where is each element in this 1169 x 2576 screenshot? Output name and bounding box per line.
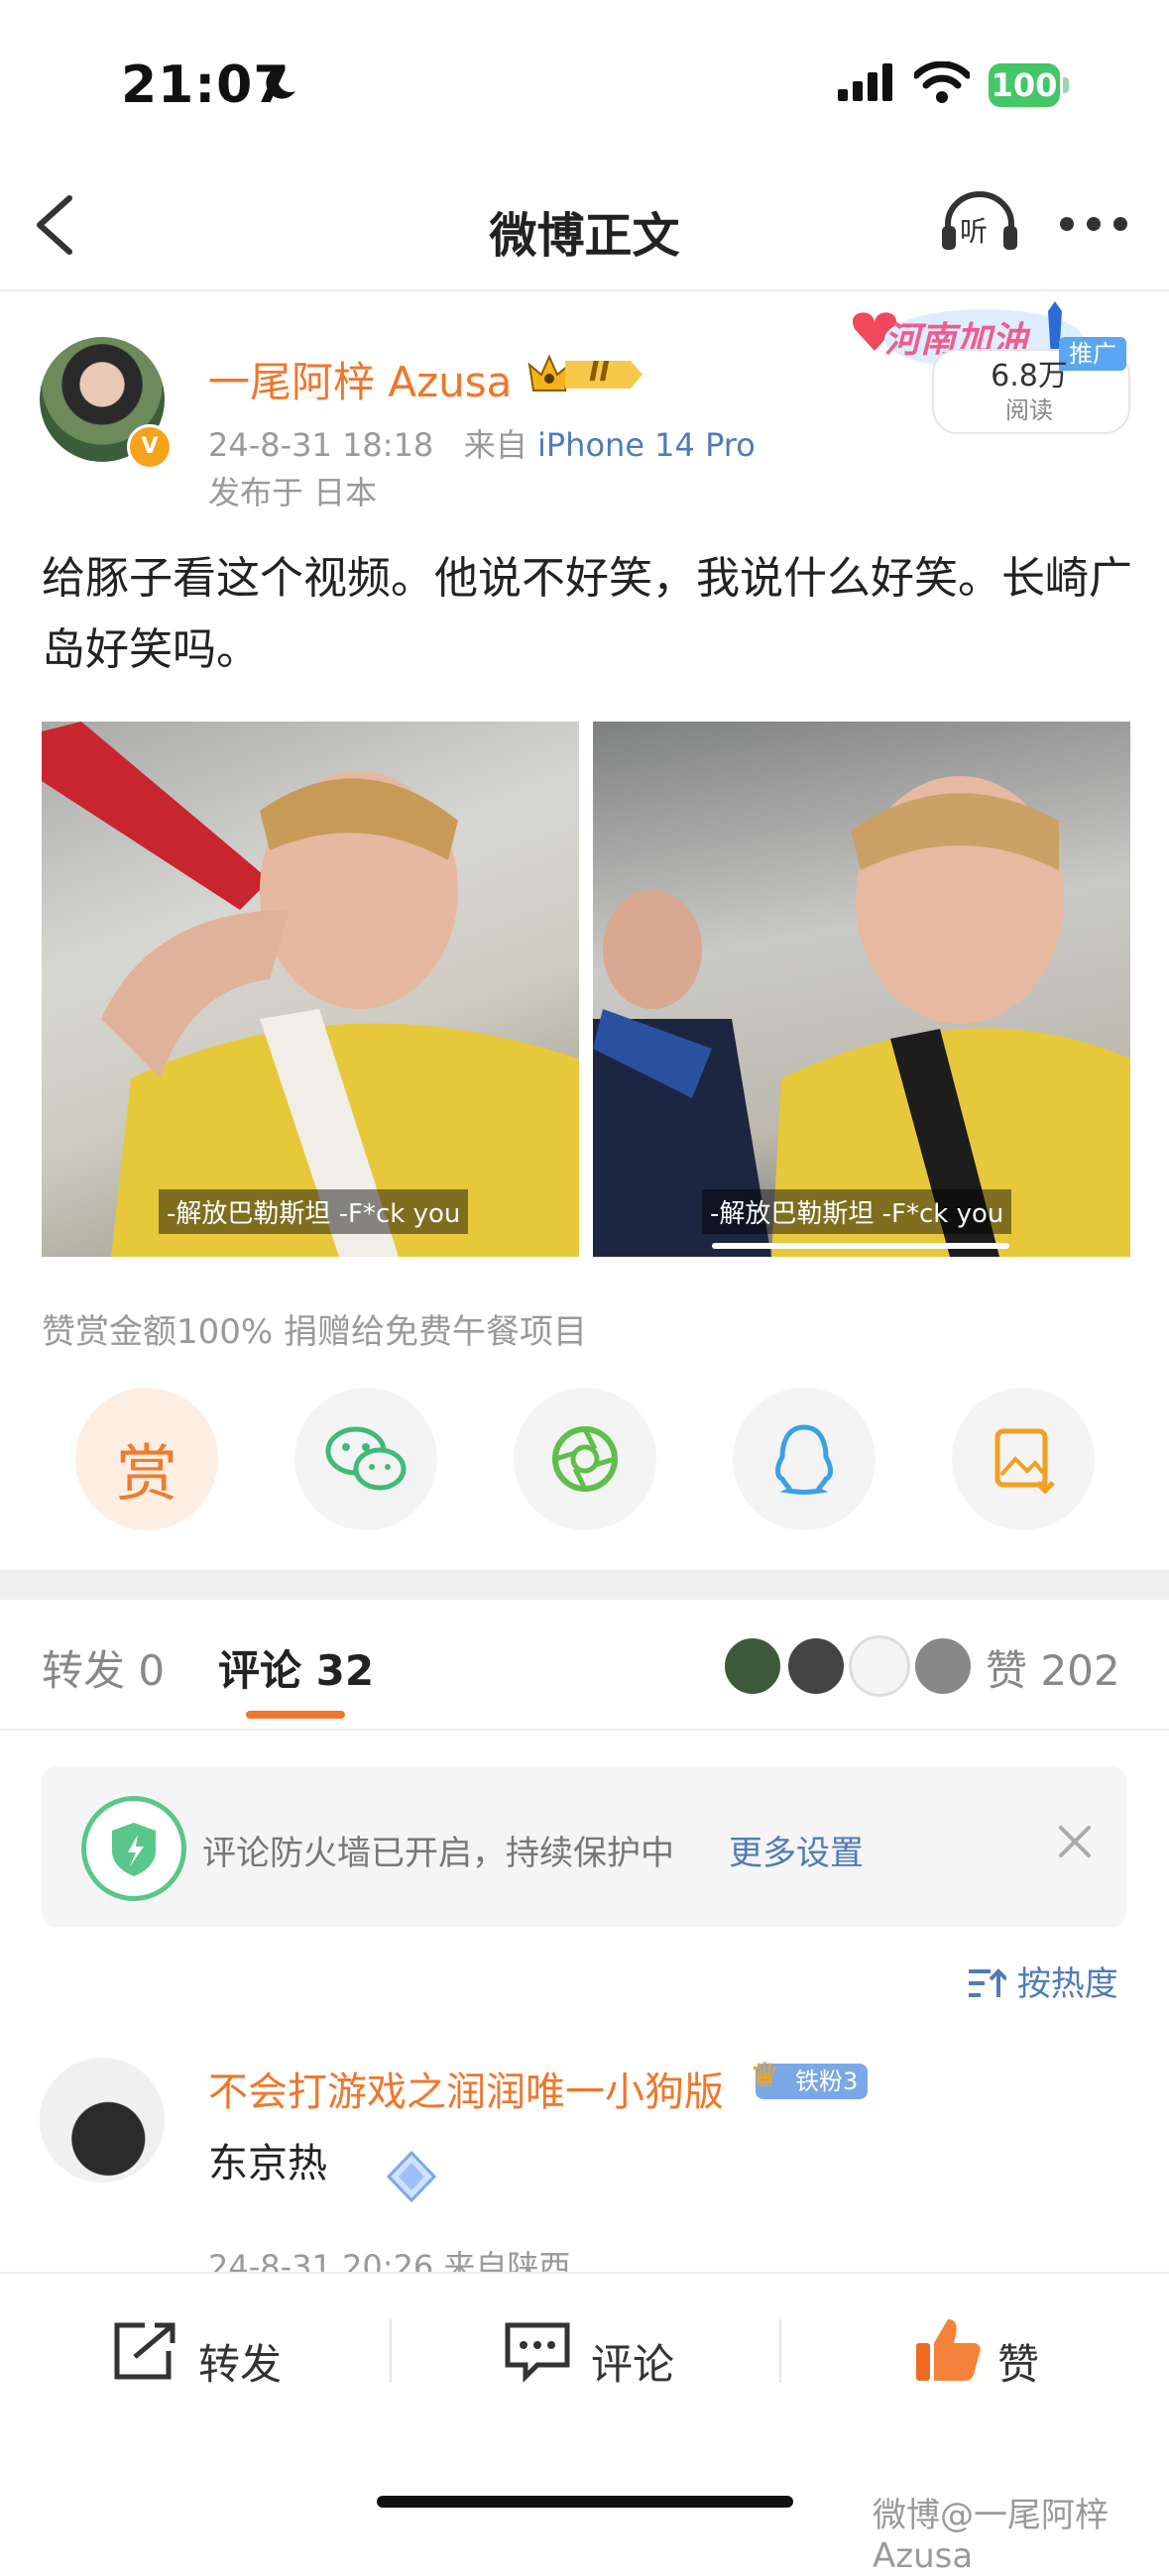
fan-crown-icon: ♛ (750, 2056, 780, 2095)
liker-avatar[interactable] (722, 1635, 783, 1697)
liker-avatar[interactable] (849, 1635, 910, 1697)
wifi-icon (912, 60, 972, 107)
save-image-icon (994, 1428, 1055, 1495)
tab-repost[interactable]: 转发 0 (42, 1637, 165, 1698)
comment-avatar[interactable] (40, 2058, 165, 2183)
battery-nub (1063, 77, 1069, 93)
diamond-sticker-icon (377, 2147, 446, 2210)
wechat-icon (325, 1426, 407, 1491)
tab-likes-count: 202 (1040, 1646, 1120, 1695)
repost-icon[interactable] (111, 2319, 182, 2387)
tab-repost-label: 转发 (42, 1646, 126, 1695)
section-gap (0, 1570, 1169, 1600)
media-subtitle-2: -解放巴勒斯坦 -F*ck you (702, 1189, 1012, 1234)
sort-button[interactable]: 按热度 (967, 1957, 1118, 2005)
tab-divider (0, 1729, 1169, 1731)
listen-label: 听 (960, 215, 989, 248)
post-meta: 24-8-31 18:18 来自 iPhone 14 Pro (208, 420, 756, 466)
tab-comment-count: 32 (315, 1646, 375, 1695)
close-icon[interactable] (1055, 1822, 1095, 1865)
tab-comment[interactable]: 评论 32 (218, 1637, 374, 1698)
watermark: 微博@一尾阿梓Azusa (873, 2496, 1109, 2576)
source-prefix: 来自 (463, 426, 527, 464)
comment-author[interactable]: 不会打游戏之润润唯一小狗版 (208, 2060, 724, 2117)
post-text: 给豚子看这个视频。他说不好笑，我说什么好笑。长崎广岛好笑吗。 (42, 553, 1132, 675)
post-time: 24-8-31 18:18 (208, 426, 434, 464)
video-progress-bar[interactable] (712, 1243, 1009, 1249)
sort-label: 按热度 (1016, 1964, 1118, 2004)
tab-likes[interactable]: 赞 202 (986, 1637, 1120, 1698)
qq-penguin-icon (775, 1424, 833, 1495)
thumbs-up-icon[interactable] (912, 2313, 984, 2389)
firewall-text: 评论防火墙已开启，持续保护中 (202, 1834, 674, 1873)
tab-comment-label: 评论 (218, 1646, 302, 1695)
media-thumbnail-1[interactable]: -解放巴勒斯坦 -F*ck you (42, 722, 579, 1257)
reads-label: 阅读 (1005, 396, 1053, 424)
tab-active-indicator (246, 1711, 345, 1719)
verified-badge-icon: V (127, 424, 173, 470)
liker-avatar[interactable] (912, 1635, 974, 1697)
post-location: 发布于 日本 (208, 474, 378, 511)
shield-icon (81, 1796, 186, 1901)
media-subtitle-1: -解放巴勒斯坦 -F*ck you (159, 1189, 469, 1234)
donation-note: 赞赏金额100% 捐赠给免费午餐项目 (42, 1312, 588, 1352)
firewall-settings-link[interactable]: 更多设置 (729, 1826, 864, 1874)
repost-button[interactable]: 转发 (198, 2331, 282, 2392)
source-device-link[interactable]: iPhone 14 Pro (537, 426, 756, 464)
liker-avatar[interactable] (785, 1635, 847, 1697)
ellipsis-icon (1060, 217, 1127, 231)
save-image-button[interactable] (952, 1388, 1095, 1530)
nav-divider (0, 289, 1169, 291)
media-thumbnail-2[interactable]: -解放巴勒斯坦 -F*ck you (593, 722, 1130, 1257)
comment-text: 东京热 (208, 2141, 327, 2186)
battery-indicator: 100 (989, 63, 1060, 107)
more-options-button[interactable] (1059, 216, 1128, 236)
home-indicator (377, 2496, 793, 2508)
comment-icon[interactable] (502, 2319, 573, 2387)
tab-repost-count: 0 (138, 1646, 166, 1695)
member-crown-badge[interactable]: II (526, 353, 644, 400)
author-name[interactable]: 一尾阿梓 Azusa (208, 349, 512, 409)
sort-icon (969, 1968, 1008, 1997)
share-moments-button[interactable] (514, 1388, 656, 1530)
cellular-signal-icon (838, 63, 897, 107)
moon-icon (260, 63, 299, 107)
share-qq-button[interactable] (733, 1388, 876, 1530)
member-level: II (589, 355, 610, 388)
bottom-separator (390, 2319, 392, 2383)
reads-count: 6.8万 (991, 359, 1068, 393)
moments-aperture-icon (552, 1426, 618, 1492)
comment-button[interactable]: 评论 (591, 2331, 674, 2392)
tab-likes-label: 赞 (986, 1646, 1028, 1695)
bottom-separator (779, 2319, 781, 2383)
reward-label: 赏 (115, 1437, 177, 1510)
like-button[interactable]: 赞 (997, 2331, 1039, 2392)
share-wechat-button[interactable] (294, 1388, 437, 1530)
